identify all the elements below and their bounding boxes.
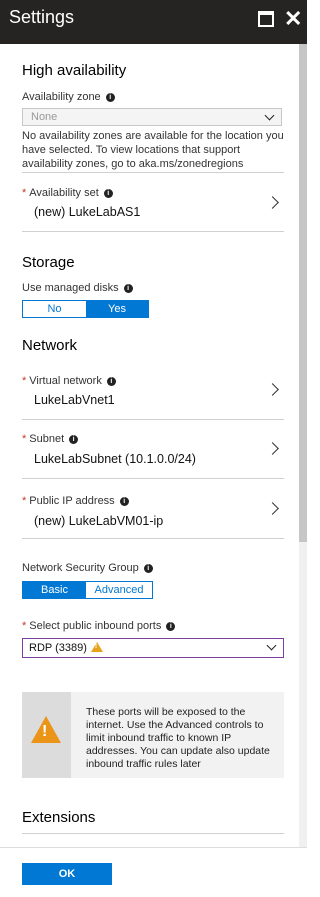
info-icon[interactable]: i xyxy=(123,284,133,293)
virtual-network-label: * Virtual network i xyxy=(22,375,116,387)
extensions-heading: Extensions xyxy=(22,809,96,826)
nsg-advanced-option[interactable]: Advanced xyxy=(86,582,152,598)
nsg-basic-option[interactable]: Basic xyxy=(23,582,86,598)
virtual-network-label-text: Virtual network xyxy=(29,375,102,387)
nsg-label: Network Security Group i xyxy=(22,562,153,574)
warning-icon-panel: ! xyxy=(22,692,71,778)
availability-zone-note: No availability zones are available for … xyxy=(22,130,284,170)
warning-icon: ! xyxy=(31,716,61,743)
divider xyxy=(22,419,284,420)
chevron-right-icon[interactable] xyxy=(266,502,279,515)
title-bar: Settings ✕ xyxy=(0,0,307,44)
info-icon[interactable]: i xyxy=(106,377,116,386)
required-marker: * xyxy=(22,620,27,632)
close-icon[interactable]: ✕ xyxy=(284,8,302,30)
divider xyxy=(22,172,284,173)
required-marker: * xyxy=(22,495,27,507)
nsg-label-text: Network Security Group xyxy=(22,562,139,574)
availability-zone-label-text: Availability zone xyxy=(22,91,101,103)
inbound-ports-label-text: Select public inbound ports xyxy=(29,620,162,632)
subnet-label: * Subnet i xyxy=(22,433,79,445)
info-icon[interactable]: i xyxy=(166,622,176,631)
managed-disks-label-text: Use managed disks xyxy=(22,282,119,294)
footer: OK xyxy=(0,847,307,897)
warning-text: These ports will be exposed to the inter… xyxy=(86,706,270,770)
window-title: Settings xyxy=(9,7,75,27)
warning-icon xyxy=(90,642,103,652)
required-marker: * xyxy=(22,187,27,199)
nsg-toggle: Basic Advanced xyxy=(22,581,153,599)
chevron-right-icon[interactable] xyxy=(266,196,279,209)
high-availability-heading: High availability xyxy=(22,62,127,79)
network-heading: Network xyxy=(22,337,78,354)
required-marker: * xyxy=(22,375,27,387)
info-icon[interactable]: i xyxy=(143,564,153,573)
managed-disks-yes-option[interactable]: Yes xyxy=(86,301,148,317)
required-marker: * xyxy=(22,433,27,445)
chevron-down-icon xyxy=(264,110,275,121)
settings-panel: High availability Availability zone i Non… xyxy=(0,44,307,847)
public-ip-label-text: Public IP address xyxy=(29,495,115,507)
chevron-right-icon[interactable] xyxy=(266,442,279,455)
availability-zone-select: None xyxy=(22,108,282,126)
info-icon[interactable]: i xyxy=(69,435,79,444)
maximize-icon[interactable] xyxy=(258,11,274,27)
divider xyxy=(22,478,284,479)
divider xyxy=(22,833,284,834)
public-ip-label: * Public IP address i xyxy=(22,495,129,507)
managed-disks-no-option[interactable]: No xyxy=(23,301,86,317)
chevron-down-icon xyxy=(266,640,277,651)
info-icon[interactable]: i xyxy=(105,93,115,102)
availability-zone-value: None xyxy=(31,111,58,123)
storage-heading: Storage xyxy=(22,254,75,271)
subnet-value[interactable]: LukeLabSubnet (10.1.0.0/24) xyxy=(34,452,196,466)
info-icon[interactable]: i xyxy=(103,189,113,198)
info-icon[interactable]: i xyxy=(119,497,129,506)
availability-set-label: * Availability set i xyxy=(22,187,113,199)
inbound-ports-value: RDP (3389) xyxy=(29,642,87,654)
availability-set-label-text: Availability set xyxy=(29,187,99,199)
chevron-right-icon[interactable] xyxy=(266,383,279,396)
divider xyxy=(22,231,284,232)
virtual-network-value[interactable]: LukeLabVnet1 xyxy=(34,393,115,407)
scrollbar-thumb[interactable] xyxy=(299,44,307,542)
inbound-ports-select[interactable]: RDP (3389) xyxy=(22,638,284,658)
availability-set-value[interactable]: (new) LukeLabAS1 xyxy=(34,205,140,219)
ok-button[interactable]: OK xyxy=(22,863,112,885)
subnet-label-text: Subnet xyxy=(29,433,65,445)
warning-box: ! These ports will be exposed to the int… xyxy=(22,692,284,778)
public-ip-value[interactable]: (new) LukeLabVM01-ip xyxy=(34,514,163,528)
availability-zone-label: Availability zone i xyxy=(22,91,115,103)
managed-disks-toggle: No Yes xyxy=(22,300,149,318)
divider xyxy=(22,538,284,539)
managed-disks-label: Use managed disks i xyxy=(22,282,133,294)
inbound-ports-label: * Select public inbound ports i xyxy=(22,620,176,632)
